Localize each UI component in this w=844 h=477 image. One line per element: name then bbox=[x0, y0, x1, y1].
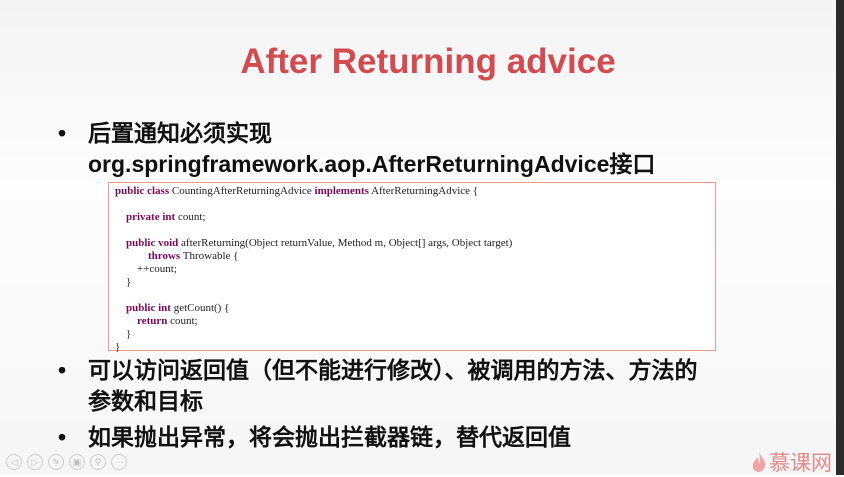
code: } bbox=[126, 276, 132, 288]
kw: return bbox=[137, 315, 168, 327]
slide: After Returning advice • 后置通知必须实现 org.sp… bbox=[0, 0, 836, 475]
code: afterReturning(Object returnValue, Metho… bbox=[178, 237, 513, 249]
code: } bbox=[126, 328, 132, 340]
zoom-icon[interactable]: ⚲ bbox=[90, 454, 106, 470]
flame-icon bbox=[752, 452, 766, 472]
code: count; bbox=[167, 315, 198, 327]
slide-title: After Returning advice bbox=[240, 42, 616, 81]
kw: public void bbox=[126, 237, 179, 249]
bullet-text: org.springframework.aop.AfterReturningAd… bbox=[88, 151, 656, 177]
kw: implements bbox=[314, 185, 369, 197]
code-block: public class CountingAfterReturningAdvic… bbox=[108, 182, 716, 353]
pen-icon[interactable]: ✎ bbox=[48, 454, 64, 470]
bullet-dot: • bbox=[58, 357, 67, 383]
kw: throws bbox=[148, 250, 181, 262]
bullet-1: • 后置通知必须实现 org.springframework.aop.After… bbox=[58, 118, 655, 180]
bullet-dot: • bbox=[58, 424, 67, 450]
prev-slide-button[interactable]: ◁ bbox=[6, 454, 22, 470]
code: Throwable { bbox=[180, 250, 239, 262]
more-icon[interactable]: ··· bbox=[111, 454, 127, 470]
kw: public int bbox=[126, 302, 171, 314]
code: count; bbox=[175, 211, 206, 223]
bullet-text: 后置通知必须实现 bbox=[88, 120, 272, 146]
bullet-text: 如果抛出异常，将会抛出拦截器链，替代返回值 bbox=[88, 424, 571, 450]
logo: 慕课网 bbox=[752, 447, 832, 477]
code: getCount() { bbox=[170, 302, 230, 314]
bullet-dot: • bbox=[58, 120, 67, 146]
slides-icon[interactable]: ▣ bbox=[69, 454, 85, 470]
bullet-text: 参数和目标 bbox=[88, 388, 203, 414]
bullet-2: • 可以访问返回值（但不能进行修改）、被调用的方法、方法的 参数和目标 bbox=[58, 355, 698, 417]
slide-nav: ◁ ▷ ✎ ▣ ⚲ ··· bbox=[6, 454, 127, 470]
kw: public class bbox=[115, 185, 170, 197]
code: ++count; bbox=[137, 263, 177, 275]
next-slide-button[interactable]: ▷ bbox=[27, 454, 43, 470]
bullet-3: • 如果抛出异常，将会抛出拦截器链，替代返回值 bbox=[58, 422, 571, 453]
kw: private int bbox=[126, 211, 176, 223]
code: AfterReturningAdvice { bbox=[368, 185, 479, 197]
logo-text: 慕课网 bbox=[769, 452, 832, 475]
bullet-text: 可以访问返回值（但不能进行修改）、被调用的方法、方法的 bbox=[88, 357, 698, 383]
code: } bbox=[115, 341, 121, 353]
window-edge bbox=[836, 0, 844, 475]
code: CountingAfterReturningAdvice bbox=[169, 185, 315, 197]
